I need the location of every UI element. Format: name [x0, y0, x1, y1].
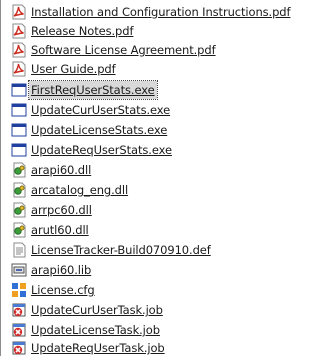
- file-item-arutl60-dll[interactable]: arutl60.dll: [11, 221, 91, 239]
- job-icon: [12, 341, 26, 355]
- file-item-licensetracker-build070910-def[interactable]: LicenseTracker-Build070910.def: [11, 241, 213, 259]
- job-icon: [12, 303, 26, 317]
- file-name: arapi60.lib: [31, 263, 92, 277]
- file-name: arcatalog_eng.dll: [31, 183, 129, 197]
- file-name: arutl60.dll: [31, 223, 89, 237]
- file-name: UpdateCurUserTask.job: [31, 303, 163, 317]
- file-item-arrpc60-dll[interactable]: arrpc60.dll: [11, 201, 94, 219]
- file-name: FirstReqUserStats.exe: [28, 80, 158, 100]
- dll-icon: [13, 182, 26, 198]
- file-item-user-guide-pdf[interactable]: User Guide.pdf: [11, 60, 118, 78]
- file-name: Installation and Configuration Instructi…: [31, 5, 291, 19]
- file-name: arapi60.dll: [31, 163, 92, 177]
- exe-icon: [11, 143, 27, 157]
- dll-icon: [13, 202, 26, 218]
- exe-icon: [11, 103, 27, 117]
- file-name: Release Notes.pdf: [31, 24, 134, 38]
- text-document-icon: [13, 242, 26, 258]
- file-item-arapi60-dll[interactable]: arapi60.dll: [11, 161, 93, 179]
- pdf-icon: [12, 61, 26, 77]
- file-item-updatelicensestats-exe[interactable]: UpdateLicenseStats.exe: [11, 121, 169, 139]
- pdf-icon: [12, 23, 26, 39]
- file-list: Installation and Configuration Instructi…: [0, 0, 297, 356]
- file-name: arrpc60.dll: [31, 203, 92, 217]
- exe-icon: [11, 83, 27, 97]
- file-item-installation-and-configuration-instructions-pdf[interactable]: Installation and Configuration Instructi…: [11, 3, 292, 21]
- file-item-arcatalog-eng-dll[interactable]: arcatalog_eng.dll: [11, 181, 130, 199]
- file-name: UpdateReqUserTask.job: [31, 341, 165, 355]
- file-name: License.cfg: [31, 283, 95, 297]
- file-item-license-cfg[interactable]: License.cfg: [11, 281, 97, 299]
- file-name: UpdateReqUserStats.exe: [31, 143, 172, 157]
- pdf-icon: [12, 42, 26, 58]
- pdf-icon: [12, 4, 26, 20]
- file-item-updatecuruserstats-exe[interactable]: UpdateCurUserStats.exe: [11, 101, 172, 119]
- file-item-release-notes-pdf[interactable]: Release Notes.pdf: [11, 22, 135, 40]
- file-item-updaterequsertask-job[interactable]: UpdateReqUserTask.job: [11, 339, 167, 357]
- lib-icon: [11, 263, 27, 277]
- file-item-updatelicensetask-job[interactable]: UpdateLicenseTask.job: [11, 321, 162, 339]
- file-name: LicenseTracker-Build070910.def: [31, 243, 211, 257]
- file-name: Software License Agreement.pdf: [31, 43, 216, 57]
- file-item-updatecurusertask-job[interactable]: UpdateCurUserTask.job: [11, 301, 165, 319]
- file-name: UpdateCurUserStats.exe: [31, 103, 171, 117]
- file-name: UpdateLicenseStats.exe: [31, 123, 168, 137]
- dll-icon: [13, 162, 26, 178]
- file-item-firstrequserstats-exe[interactable]: FirstReqUserStats.exe: [11, 80, 158, 100]
- job-icon: [12, 323, 26, 337]
- file-item-arapi60-lib[interactable]: arapi60.lib: [11, 261, 93, 279]
- exe-icon: [11, 123, 27, 137]
- file-item-updaterequserstats-exe[interactable]: UpdateReqUserStats.exe: [11, 141, 174, 159]
- dll-icon: [13, 222, 26, 238]
- file-item-software-license-agreement-pdf[interactable]: Software License Agreement.pdf: [11, 41, 218, 59]
- file-name: User Guide.pdf: [31, 62, 116, 76]
- file-name: UpdateLicenseTask.job: [31, 323, 160, 337]
- cfg-icon: [12, 283, 26, 297]
